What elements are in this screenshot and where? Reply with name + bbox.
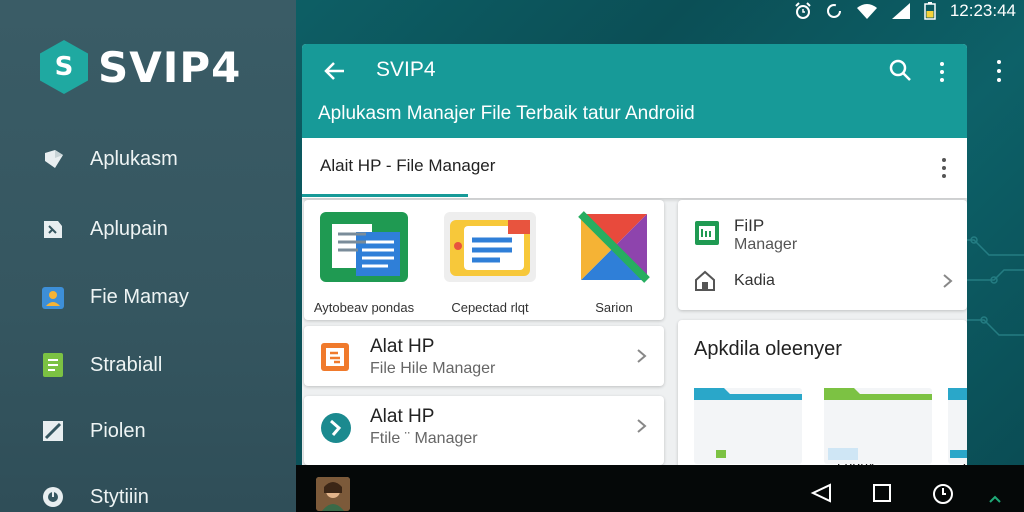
app-logo: S SVIP4: [40, 40, 241, 94]
search-more-icon[interactable]: [941, 158, 947, 178]
grid-item-label: Cepectad rlqt: [451, 300, 529, 315]
app-subtitle: Aplukasm Manajer File Terbaik tatur Andr…: [318, 103, 695, 124]
sidebar-item-aplupain[interactable]: Aplupain: [40, 216, 168, 242]
status-bar: 12:23:44: [794, 0, 1016, 22]
battery-icon: [924, 2, 936, 20]
puzzle-icon: [40, 216, 66, 242]
folder-blue-icon: [948, 388, 967, 464]
sidebar-item-label: Fie Mamay: [90, 285, 189, 308]
back-arrow-icon[interactable]: [322, 58, 348, 88]
logo-mark: S: [40, 40, 88, 94]
folder-green-icon: [824, 388, 932, 464]
chevron-right-icon: [636, 348, 648, 368]
list-item[interactable]: Alat HP Ftile ¨ Manager: [304, 396, 664, 465]
kadia-item[interactable]: Kadia: [694, 270, 954, 292]
sidebar-item-strabiall[interactable]: Strabiall: [40, 352, 162, 378]
colorful-app-icon: [578, 211, 650, 283]
chevron-right-icon: [636, 418, 648, 438]
list-item[interactable]: Alat HP File Hile Manager: [304, 326, 664, 386]
list-item-subtitle: Ftile ¨ Manager: [370, 430, 478, 447]
app-title: SVIP4: [376, 58, 436, 81]
folder-item[interactable]: Dlasoid: [824, 384, 967, 465]
chevron-up-icon[interactable]: [988, 489, 1002, 508]
folder-blue-icon: [694, 388, 802, 464]
green-docs-icon: [320, 212, 408, 282]
wifi-icon: [856, 3, 878, 19]
sidebar-item-label: Aplupain: [90, 217, 168, 240]
home-icon: [695, 270, 715, 291]
sidebar-item-aplukasm[interactable]: Aplukasm: [40, 146, 178, 172]
list-item-title: Alat HP: [370, 406, 435, 427]
search-icon[interactable]: [889, 59, 911, 85]
folder-user-icon: [40, 284, 66, 310]
home-nav-icon[interactable]: [872, 483, 892, 507]
signal-icon: [891, 3, 910, 19]
sidebar-item-label: Aplukasm: [90, 147, 178, 170]
shield-icon: [40, 146, 66, 172]
tab-indicator: [302, 194, 468, 197]
folder-green-icon: [695, 221, 719, 245]
yellow-app-icon: [444, 212, 536, 282]
file-manager-line1: FiIP: [734, 216, 765, 235]
grid-item-label: Aytobeav pondas: [313, 300, 415, 315]
more-options-icon[interactable]: [939, 62, 945, 82]
settings-icon: [40, 484, 66, 510]
back-nav-icon[interactable]: [810, 483, 832, 507]
grid-item-app-2[interactable]: Cepectad rlqt: [430, 210, 550, 315]
folders-section-title: Apkdila oleenyer: [694, 338, 842, 360]
teal-circle-icon: [320, 412, 352, 448]
sidebar-item-label: Strabiall: [90, 353, 163, 376]
list-item-title: Alat HP: [370, 336, 435, 357]
chevron-right-icon: [942, 273, 954, 293]
apps-grid-card: Aytobeav pondas Cepectad rlqt Sarion: [304, 200, 664, 320]
grid-item-label: Sarion: [595, 300, 633, 315]
sidebar-item-stytiiin[interactable]: Stytiiin: [40, 484, 149, 510]
sidebar-item-fie-mamay[interactable]: Fie Mamay: [40, 284, 189, 310]
search-bar[interactable]: Alait HP - File Manager: [302, 138, 967, 198]
outer-more-icon[interactable]: [996, 60, 1002, 82]
orange-file-icon: [320, 342, 350, 376]
folder-item[interactable]: Ladnx: [694, 384, 875, 465]
file-manager-card: FiIP Manager Kadia: [678, 200, 967, 310]
sidebar-item-label: Stytiiin: [90, 485, 149, 508]
recents-nav-icon[interactable]: [932, 483, 954, 509]
sidebar-item-piolen[interactable]: Piolen: [40, 418, 146, 444]
document-icon: [40, 352, 66, 378]
app-window: SVIP4 Aplukasm Manajer File Terbaik tatu…: [302, 44, 967, 465]
file-manager-line2: Manager: [734, 236, 798, 253]
recent-app-thumbnail[interactable]: [316, 477, 350, 511]
folder-item[interactable]: [948, 384, 967, 465]
system-nav-bar: [296, 465, 1024, 512]
sidebar-item-label: Piolen: [90, 419, 146, 442]
pencil-icon: [40, 418, 66, 444]
clock-time: 12:23:44: [949, 1, 1016, 20]
sidebar: S SVIP4 Aplukasm Aplupain Fie Mamay Stra…: [0, 0, 296, 512]
grid-item-app-1[interactable]: Aytobeav pondas: [304, 210, 424, 315]
file-manager-item[interactable]: FiIP Manager: [694, 216, 797, 254]
folders-card: Apkdila oleenyer Ladnx Dlasoid: [678, 320, 967, 465]
app-bar: SVIP4 Aplukasm Manajer File Terbaik tatu…: [302, 44, 967, 138]
kadia-label: Kadia: [734, 272, 775, 289]
search-bar-text: Alait HP - File Manager: [320, 156, 496, 175]
logo-text: SVIP4: [98, 42, 242, 92]
grid-item-app-3[interactable]: Sarion: [554, 210, 674, 315]
sync-icon: [826, 3, 842, 19]
list-item-subtitle: File Hile Manager: [370, 360, 496, 377]
alarm-icon: [794, 2, 812, 20]
